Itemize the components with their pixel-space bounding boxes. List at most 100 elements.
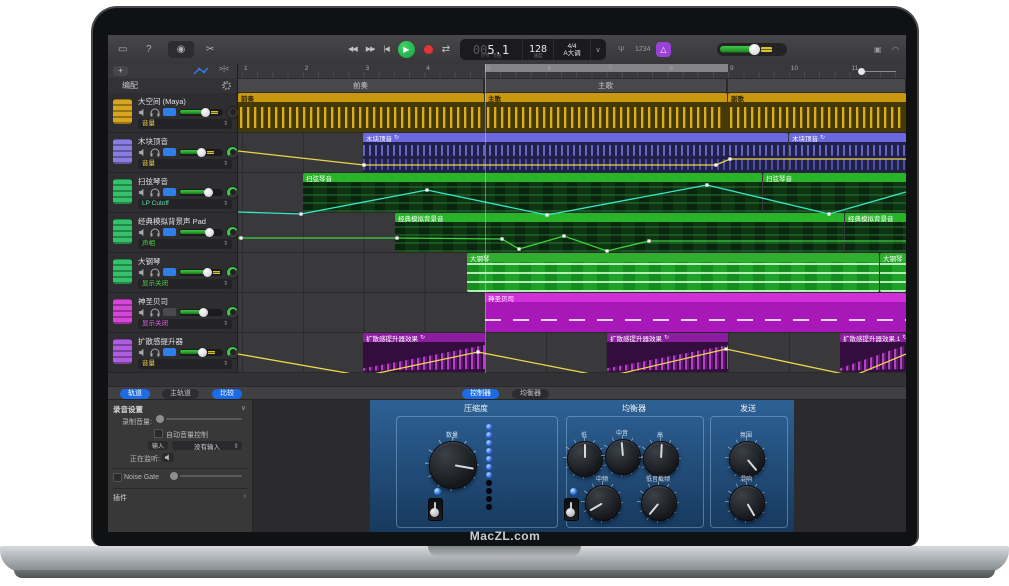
input-select[interactable]: 没有输入 ⇕	[172, 441, 242, 450]
automation-icon[interactable]	[193, 66, 209, 76]
control-knob-氛围[interactable]	[729, 441, 765, 477]
track-header-row[interactable]: 神圣贝司显示关闭⇕	[108, 293, 237, 333]
smart-controls-button[interactable]: ◉	[168, 41, 194, 58]
media-browser-icon[interactable]: ▣	[874, 41, 882, 57]
zoom-slider[interactable]	[858, 68, 896, 75]
region[interactable]: 主歌	[485, 93, 727, 132]
master-volume-slider[interactable]	[717, 43, 787, 56]
tab-比较[interactable]: 比较	[212, 389, 242, 399]
automation-mode-button[interactable]	[163, 228, 176, 236]
arrangement-section[interactable]	[728, 79, 906, 92]
track-volume-slider[interactable]	[179, 349, 223, 356]
noise-gate-slider[interactable]	[180, 475, 242, 477]
playhead[interactable]	[485, 64, 486, 373]
power-toggle-switch[interactable]	[428, 498, 443, 521]
arrangement-section[interactable]: 主歌	[485, 79, 727, 92]
input-format-button[interactable]: 输入	[148, 441, 168, 450]
region[interactable]: 前奏	[238, 93, 484, 132]
region[interactable]: 经典模拟背景音	[395, 213, 844, 252]
region[interactable]: 木块顶音↻	[789, 133, 906, 172]
rewind-button[interactable]: ◀◀	[348, 45, 357, 53]
mute-icon[interactable]	[138, 268, 147, 277]
region[interactable]: 神圣贝司	[485, 293, 906, 332]
auto-level-checkbox[interactable]	[154, 429, 163, 438]
mute-icon[interactable]	[138, 108, 147, 117]
go-to-beginning-button[interactable]: |◀	[384, 45, 389, 53]
control-knob-混响[interactable]	[729, 485, 765, 521]
track-volume-knob[interactable]	[198, 348, 207, 357]
zoom-knob[interactable]	[858, 68, 865, 75]
track-volume-slider[interactable]	[179, 309, 223, 316]
region[interactable]: 大钢琴	[467, 253, 879, 292]
automation-parameter-select[interactable]: 音量⇕	[138, 119, 232, 129]
automation-parameter-select[interactable]: 显示关闭⇕	[138, 319, 232, 329]
cycle-region[interactable]	[485, 64, 728, 72]
noise-gate-checkbox[interactable]	[113, 473, 122, 482]
track-volume-knob[interactable]	[199, 308, 208, 317]
region[interactable]: 木块顶音↻	[363, 133, 788, 172]
track-volume-knob[interactable]	[204, 188, 213, 197]
ruler[interactable]: 1234567891011	[238, 64, 906, 79]
mute-icon[interactable]	[138, 348, 147, 357]
metronome-button[interactable]: △	[656, 41, 671, 57]
volume-knob[interactable]	[749, 44, 760, 55]
library-icon[interactable]: ▭	[118, 41, 127, 57]
mute-icon[interactable]	[138, 188, 147, 197]
catch-playhead-icon[interactable]: >|<	[219, 66, 229, 73]
automation-parameter-select[interactable]: 音量⇕	[138, 159, 232, 169]
control-knob-低[interactable]	[567, 441, 603, 477]
track-header-row[interactable]: 大钢琴显示关闭⇕	[108, 253, 237, 293]
tab-主轨道[interactable]: 主轨道	[162, 389, 199, 399]
region[interactable]: 扩散感提升器效果↻	[363, 333, 485, 372]
control-knob-数量[interactable]	[429, 441, 477, 489]
region[interactable]: 经典模拟背景音	[845, 213, 906, 252]
region[interactable]: 大钢琴	[880, 253, 906, 292]
tab-轨道[interactable]: 轨道	[120, 389, 150, 399]
region[interactable]: 副歌	[728, 93, 906, 132]
region[interactable]: 扫弦琴音	[763, 173, 906, 212]
track-volume-knob[interactable]	[197, 148, 206, 157]
solo-headphones-icon[interactable]	[150, 308, 160, 317]
arrangement-section[interactable]: 前奏	[238, 79, 484, 92]
chevron-right-icon[interactable]: ›	[244, 493, 246, 500]
solo-headphones-icon[interactable]	[150, 268, 160, 277]
tab-均衡器[interactable]: 均衡器	[512, 389, 549, 399]
plugins-label[interactable]: 插件	[113, 493, 127, 503]
track-volume-slider[interactable]	[179, 269, 223, 276]
automation-parameter-select[interactable]: 音量⇕	[138, 359, 232, 369]
count-in-button[interactable]: 1234	[635, 41, 651, 57]
gear-icon[interactable]	[222, 81, 231, 90]
lcd-display[interactable]: 005.1 小节 节拍 128速度 4/4A大调 ∨	[460, 39, 606, 60]
mute-icon[interactable]	[138, 228, 147, 237]
tuner-icon[interactable]: Ψ	[618, 41, 625, 57]
track-volume-knob[interactable]	[201, 108, 210, 117]
control-knob-高[interactable]	[643, 441, 679, 477]
recording-settings-title[interactable]: 录音设置	[113, 404, 143, 415]
automation-mode-button[interactable]	[163, 108, 176, 116]
track-volume-slider[interactable]	[179, 229, 223, 236]
forward-button[interactable]: ▶▶	[366, 45, 375, 53]
noise-gate-knob[interactable]	[170, 472, 178, 480]
automation-parameter-select[interactable]: 显示关闭⇕	[138, 279, 232, 289]
track-header-row[interactable]: 扫弦琴音LP Cutoff⇕	[108, 173, 237, 213]
record-level-knob[interactable]	[156, 415, 164, 423]
solo-headphones-icon[interactable]	[150, 148, 160, 157]
track-header-row[interactable]: 大空间 (Maya)音量⇕	[108, 93, 237, 133]
add-track-button[interactable]: +	[113, 66, 128, 76]
track-volume-slider[interactable]	[179, 109, 223, 116]
automation-mode-button[interactable]	[163, 188, 176, 196]
tab-控制器[interactable]: 控制器	[462, 389, 499, 399]
control-knob-中频[interactable]	[585, 485, 621, 521]
power-toggle-switch[interactable]	[564, 498, 579, 521]
lcd-chevron-icon[interactable]: ∨	[591, 39, 605, 60]
solo-headphones-icon[interactable]	[150, 348, 160, 357]
loop-browser-icon[interactable]: ◠	[892, 41, 899, 57]
solo-headphones-icon[interactable]	[150, 228, 160, 237]
chevron-down-icon[interactable]: ∨	[241, 404, 246, 412]
mute-icon[interactable]	[138, 308, 147, 317]
automation-mode-button[interactable]	[163, 268, 176, 276]
record-button[interactable]	[424, 45, 433, 54]
quick-help-icon[interactable]: ?	[146, 41, 152, 57]
cycle-button[interactable]: ⇄	[442, 44, 450, 55]
track-volume-slider[interactable]	[179, 189, 223, 196]
